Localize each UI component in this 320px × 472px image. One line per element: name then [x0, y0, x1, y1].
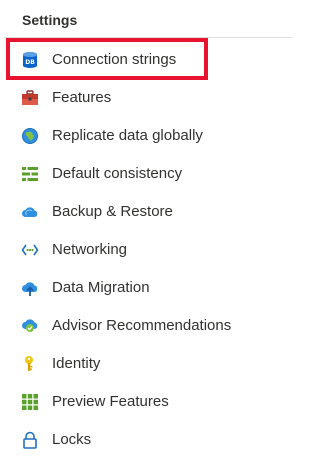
- menu-item-connection-strings[interactable]: DB Connection strings: [0, 42, 303, 78]
- menu-item-features[interactable]: Features: [0, 80, 303, 116]
- menu-item-label: Backup & Restore: [52, 203, 173, 220]
- menu-item-networking[interactable]: Networking: [0, 232, 303, 268]
- key-icon: [21, 355, 39, 373]
- menu-item-locks[interactable]: Locks: [0, 422, 303, 458]
- menu-item-label: Features: [52, 89, 112, 106]
- cloud-backup-icon: [21, 203, 39, 221]
- menu-item-data-migration[interactable]: Data Migration: [0, 270, 303, 306]
- menu-item-label: Preview Features: [52, 393, 169, 410]
- cloud-upload-icon: [21, 279, 39, 297]
- globe-icon: [21, 127, 39, 145]
- menu-item-label: Connection strings: [52, 51, 177, 68]
- toolbox-icon: [21, 89, 39, 107]
- network-icon: [21, 241, 39, 259]
- menu-item-replicate-data-globally[interactable]: Replicate data globally: [0, 118, 303, 154]
- menu-item-preview-features[interactable]: Preview Features: [0, 384, 303, 420]
- advisor-icon: [21, 317, 39, 335]
- menu-item-label: Advisor Recommendations: [52, 317, 232, 334]
- menu-item-default-consistency[interactable]: Default consistency: [0, 156, 303, 192]
- menu-item-label: Locks: [52, 431, 92, 448]
- menu-item-label: Default consistency: [52, 165, 183, 182]
- lock-icon: [21, 431, 39, 449]
- settings-section-title: Settings: [22, 12, 78, 28]
- database-icon: DB: [21, 51, 39, 69]
- menu-item-identity[interactable]: Identity: [0, 346, 303, 382]
- grid-icon: [21, 393, 39, 411]
- menu-item-backup-restore[interactable]: Backup & Restore: [0, 194, 303, 230]
- menu-item-label: Identity: [52, 355, 101, 372]
- menu-item-label: Replicate data globally: [52, 127, 203, 144]
- menu-item-label: Networking: [52, 241, 128, 258]
- svg-text:DB: DB: [25, 59, 35, 66]
- menu-item-advisor-recommendations[interactable]: Advisor Recommendations: [0, 308, 303, 344]
- list-bars-icon: [21, 165, 39, 183]
- menu-item-label: Data Migration: [52, 279, 150, 296]
